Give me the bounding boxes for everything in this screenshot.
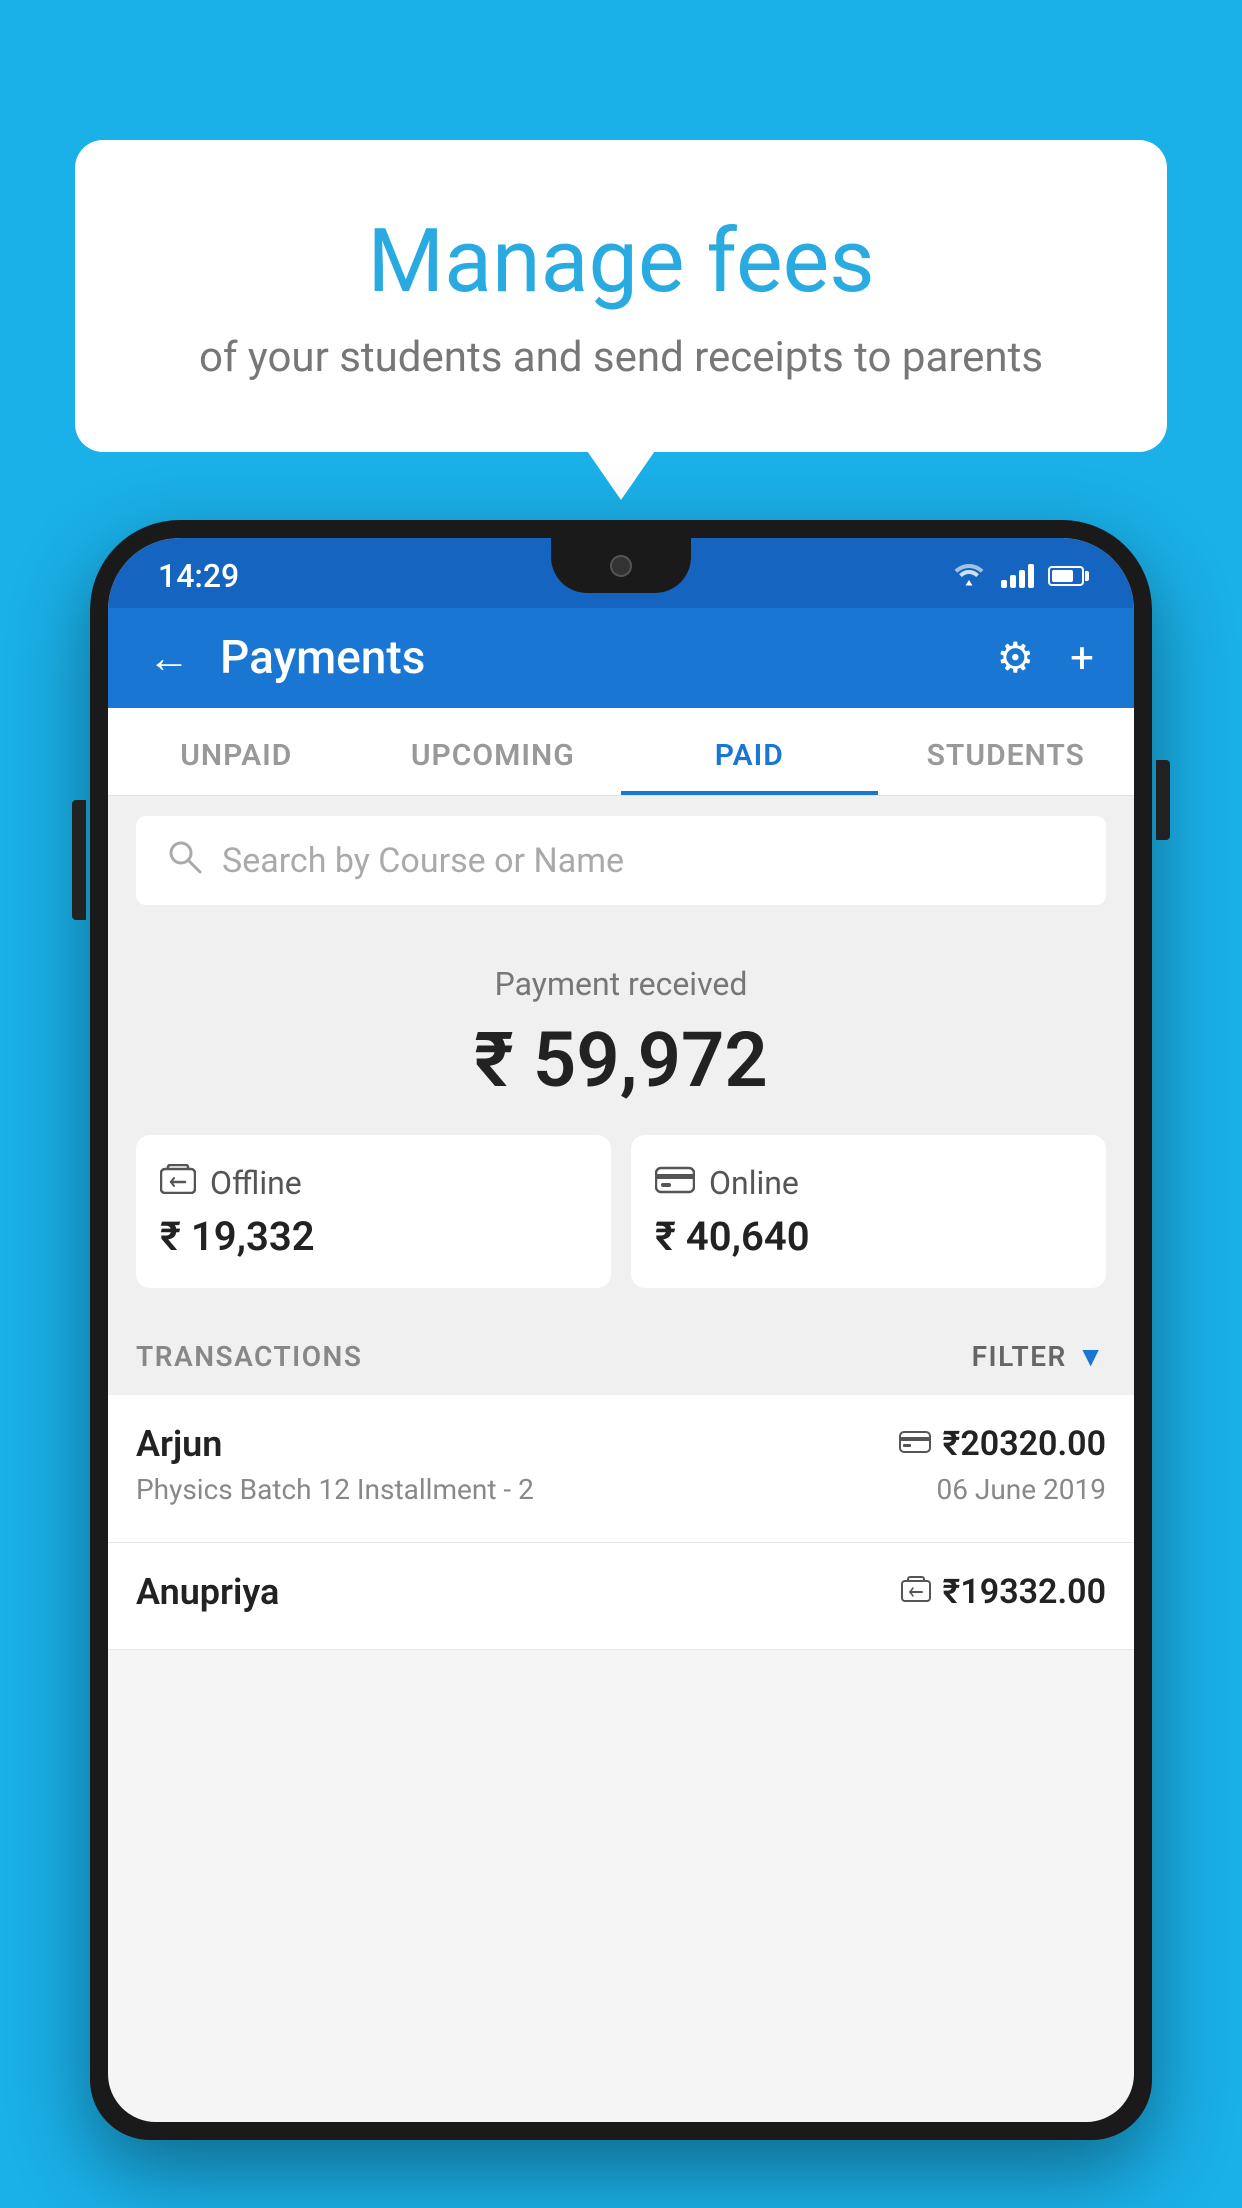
transaction-course: Physics Batch 12 Installment - 2 — [136, 1473, 534, 1506]
search-container: Search by Course or Name — [108, 796, 1134, 925]
online-payment-icon — [655, 1163, 695, 1203]
transaction-amount-value: ₹20320.00 — [943, 1424, 1106, 1464]
filter-label: FILTER — [972, 1340, 1067, 1373]
settings-icon[interactable]: ⚙ — [997, 633, 1035, 683]
tabs-bar: UNPAID UPCOMING PAID STUDENTS — [108, 708, 1134, 796]
tab-students[interactable]: STUDENTS — [878, 708, 1135, 795]
transaction-row-top: Arjun ₹20320.00 — [136, 1423, 1106, 1465]
offline-card-header: Offline — [160, 1163, 587, 1203]
transaction-row-bottom: Physics Batch 12 Installment - 2 06 June… — [136, 1473, 1106, 1506]
phone-mockup: 14:29 — [90, 520, 1152, 2208]
search-placeholder: Search by Course or Name — [222, 841, 624, 881]
camera-dot — [610, 555, 632, 577]
filter-button[interactable]: FILTER ▼ — [972, 1340, 1106, 1373]
payment-total-amount: ₹ 59,972 — [136, 1015, 1106, 1105]
status-icons — [951, 558, 1084, 594]
transaction-online-icon — [899, 1428, 931, 1461]
payment-summary: Payment received ₹ 59,972 — [108, 925, 1134, 1318]
phone-inner: 14:29 — [108, 538, 1134, 2122]
bubble-title: Manage fees — [155, 210, 1087, 313]
speech-bubble-container: Manage fees of your students and send re… — [75, 140, 1167, 452]
offline-card: Offline ₹ 19,332 — [136, 1135, 611, 1288]
transaction-name: Anupriya — [136, 1571, 279, 1613]
filter-icon: ▼ — [1077, 1340, 1106, 1373]
wifi-icon — [951, 558, 987, 594]
transaction-date: 06 June 2019 — [936, 1473, 1106, 1506]
header-actions: ⚙ + — [997, 633, 1095, 683]
online-card-header: Online — [655, 1163, 1082, 1203]
payment-received-label: Payment received — [136, 965, 1106, 1003]
transactions-header: TRANSACTIONS FILTER ▼ — [108, 1318, 1134, 1395]
transaction-name: Arjun — [136, 1423, 222, 1465]
offline-card-type: Offline — [210, 1164, 302, 1202]
speech-bubble: Manage fees of your students and send re… — [75, 140, 1167, 452]
transaction-item[interactable]: Arjun ₹20320.00 Physics Batch 1 — [108, 1395, 1134, 1543]
transaction-offline-icon — [901, 1576, 931, 1609]
transaction-item[interactable]: Anupriya ₹19332.00 — [108, 1543, 1134, 1650]
phone-outer: 14:29 — [90, 520, 1152, 2140]
online-card-amount: ₹ 40,640 — [655, 1213, 1082, 1260]
signal-bars-icon — [1001, 564, 1034, 588]
transaction-row-top: Anupriya ₹19332.00 — [136, 1571, 1106, 1613]
app-header: ← Payments ⚙ + — [108, 608, 1134, 708]
battery-icon — [1048, 566, 1084, 586]
add-button[interactable]: + — [1070, 634, 1094, 683]
header-title: Payments — [220, 631, 967, 685]
phone-notch — [551, 538, 691, 593]
online-card: Online ₹ 40,640 — [631, 1135, 1106, 1288]
payment-cards: Offline ₹ 19,332 — [136, 1135, 1106, 1288]
tab-upcoming[interactable]: UPCOMING — [365, 708, 622, 795]
transactions-label: TRANSACTIONS — [136, 1340, 362, 1373]
transaction-amount-row: ₹19332.00 — [901, 1572, 1106, 1612]
search-bar[interactable]: Search by Course or Name — [136, 816, 1106, 905]
transaction-amount-value: ₹19332.00 — [943, 1572, 1106, 1612]
offline-payment-icon — [160, 1163, 196, 1203]
battery-fill — [1052, 570, 1073, 582]
online-card-type: Online — [709, 1164, 799, 1202]
status-time: 14:29 — [158, 557, 239, 595]
search-icon — [166, 838, 202, 883]
tab-unpaid[interactable]: UNPAID — [108, 708, 365, 795]
transaction-amount-row: ₹20320.00 — [899, 1424, 1106, 1464]
back-button[interactable]: ← — [148, 634, 190, 683]
offline-card-amount: ₹ 19,332 — [160, 1213, 587, 1260]
tab-paid[interactable]: PAID — [621, 708, 878, 795]
bubble-subtitle: of your students and send receipts to pa… — [155, 333, 1087, 382]
